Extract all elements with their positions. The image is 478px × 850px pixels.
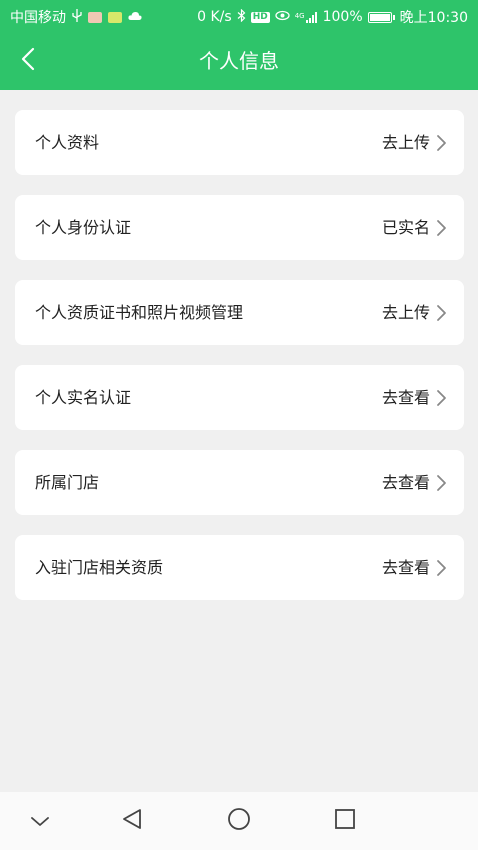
carrier-label: 中国移动	[10, 10, 66, 26]
status-bar-right: 0 K/s HD 4G 100% 晚上10:30	[197, 7, 468, 27]
list-item-label: 个人身份认证	[35, 218, 132, 237]
system-nav-bar	[0, 792, 478, 850]
network-speed: 0 K/s	[197, 9, 232, 25]
chevron-right-icon	[436, 389, 448, 407]
system-recents-button[interactable]	[330, 806, 360, 836]
battery-icon	[367, 11, 395, 23]
list-item-real-name-auth[interactable]: 个人实名认证 去查看	[15, 365, 464, 430]
list-item-action: 去上传	[381, 133, 430, 152]
hd-icon: HD	[250, 11, 270, 23]
hide-nav-button[interactable]	[25, 806, 55, 836]
app-notification-icon	[108, 11, 122, 23]
list-item-label: 个人资料	[35, 133, 100, 152]
signal-type-label: 4G	[294, 11, 305, 20]
info-list: 个人资料 去上传 个人身份认证 已实名 个人资质证书和照片视频管理 去上传 个人…	[15, 110, 464, 620]
list-item-action: 去查看	[381, 388, 430, 407]
list-item-store-qualifications[interactable]: 入驻门店相关资质 去查看	[15, 535, 464, 600]
back-triangle-icon	[122, 808, 142, 834]
system-back-button[interactable]	[117, 806, 147, 836]
signal-icon: 4G	[294, 11, 318, 23]
status-bar: 中国移动 0 K/s HD 4G 100% 晚上10:30	[0, 0, 478, 33]
chevron-right-icon	[436, 559, 448, 577]
app-notification-icon	[88, 11, 102, 23]
top-bar: 中国移动 0 K/s HD 4G 100% 晚上10:30 个人信息	[0, 0, 478, 90]
list-item-identity-verification[interactable]: 个人身份认证 已实名	[15, 195, 464, 260]
chevron-right-icon	[436, 219, 448, 237]
page-title: 个人信息	[199, 49, 279, 73]
list-item-affiliated-store[interactable]: 所属门店 去查看	[15, 450, 464, 515]
list-item-action: 已实名	[381, 218, 430, 237]
list-item-label: 个人资质证书和照片视频管理	[35, 303, 244, 322]
list-item-action: 去查看	[381, 473, 430, 492]
list-item-action: 去上传	[381, 303, 430, 322]
recents-square-icon	[334, 808, 356, 834]
usb-icon	[72, 9, 82, 25]
home-circle-icon	[227, 807, 251, 835]
system-home-button[interactable]	[224, 806, 254, 836]
list-item-personal-profile[interactable]: 个人资料 去上传	[15, 110, 464, 175]
status-bar-left: 中国移动	[10, 7, 142, 27]
list-item-action: 去查看	[381, 558, 430, 577]
chevron-right-icon	[436, 304, 448, 322]
list-item-label: 入驻门店相关资质	[35, 558, 164, 577]
chevron-right-icon	[436, 474, 448, 492]
nav-bar: 个人信息	[0, 33, 478, 90]
bluetooth-icon	[237, 8, 246, 25]
battery-percent: 100%	[322, 9, 363, 25]
chevron-down-icon	[31, 812, 49, 831]
list-item-label: 所属门店	[35, 473, 100, 492]
cloud-icon	[128, 10, 142, 24]
list-item-label: 个人实名认证	[35, 388, 132, 407]
eye-icon	[275, 10, 290, 24]
list-item-certificates-media[interactable]: 个人资质证书和照片视频管理 去上传	[15, 280, 464, 345]
chevron-right-icon	[436, 134, 448, 152]
status-time: 晚上10:30	[399, 10, 468, 26]
